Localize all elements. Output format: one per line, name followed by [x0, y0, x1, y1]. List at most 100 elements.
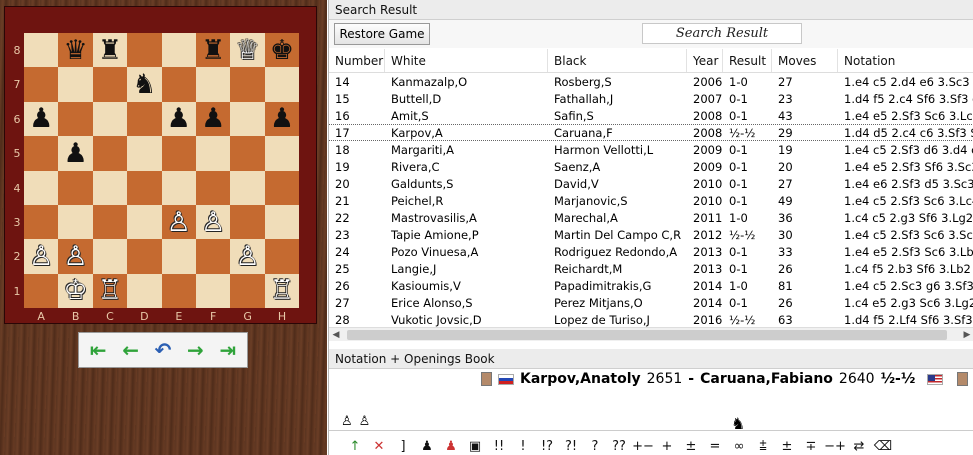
square-g6[interactable] [230, 101, 265, 137]
restore-game-button[interactable]: Restore Game [334, 23, 430, 45]
table-row[interactable]: 28 Vukotic Jovsic,D Lopez de Turiso,J 2016 ½… [329, 311, 973, 327]
annotation-symbol-button[interactable]: ?! [559, 439, 583, 454]
notation-text-area[interactable] [329, 389, 973, 431]
next-move-button[interactable]: → [181, 337, 209, 363]
white-king-piece[interactable]: ♔ [58, 274, 92, 308]
square-e8[interactable] [161, 33, 196, 68]
scrollbar-thumb[interactable] [347, 330, 947, 340]
square-a8[interactable] [24, 33, 59, 68]
white-pawn-piece[interactable]: ♙ [58, 239, 92, 273]
white-rook-piece[interactable]: ♖ [93, 274, 127, 308]
column-header-white[interactable]: White [385, 49, 548, 72]
annotation-symbol-button[interactable]: ] [391, 439, 415, 454]
table-row[interactable]: 21 Peichel,R Marjanovic,S 2010 0-1 49 1.e4 c5 … [329, 192, 973, 209]
black-king-piece[interactable]: ♚ [265, 33, 299, 67]
white-queen-piece[interactable]: ♕ [230, 33, 264, 67]
square-b7[interactable] [58, 67, 93, 102]
square-g7[interactable] [230, 67, 265, 102]
table-row[interactable]: 18 Margariti,A Harmon Vellotti,L 2009 0-1 19 1… [329, 141, 973, 158]
square-d1[interactable] [127, 273, 162, 309]
first-move-button[interactable]: ⇤ [84, 337, 112, 363]
annotation-symbol-button[interactable]: + [655, 439, 679, 454]
square-h4[interactable] [264, 170, 300, 205]
table-row[interactable]: 16 Amit,S Safin,S 2008 0-1 43 1.e4 e5 2.Sf3 Sc… [329, 107, 973, 124]
table-row[interactable]: 27 Erice Alonso,S Perez Mitjans,O 2014 0-1 26… [329, 294, 973, 311]
square-c5[interactable] [92, 136, 128, 171]
white-player-name[interactable]: Karpov,Anatoly [520, 371, 641, 387]
table-row[interactable]: 26 Kasioumis,V Papadimitrakis,G 2014 1-0 81 1.… [329, 277, 973, 294]
square-d8[interactable] [127, 33, 162, 68]
square-f4[interactable] [196, 170, 231, 205]
annotation-symbol-button[interactable]: ♟ [415, 439, 439, 454]
square-a3[interactable] [24, 205, 59, 240]
square-h3[interactable] [264, 205, 300, 240]
annotation-symbol-button[interactable]: ? [583, 439, 607, 454]
annotation-symbol-button[interactable]: ± [679, 439, 703, 454]
square-d4[interactable] [127, 170, 162, 205]
scroll-left-icon[interactable]: ◀ [329, 328, 343, 342]
square-b3[interactable] [58, 205, 93, 240]
column-header-number[interactable]: Number [329, 49, 385, 72]
white-pawn-piece[interactable]: ♙ [196, 205, 230, 239]
annotation-symbol-button[interactable]: !! [487, 439, 511, 454]
annotation-symbol-button[interactable]: = [703, 439, 727, 454]
take-back-button[interactable]: ↶ [149, 337, 177, 363]
square-g5[interactable] [230, 136, 265, 171]
square-b6[interactable] [58, 101, 93, 137]
white-pawn-piece[interactable]: ♙ [162, 205, 196, 239]
square-f2[interactable] [196, 239, 231, 274]
black-pawn-piece[interactable]: ♟ [196, 102, 230, 136]
black-player-name[interactable]: Caruana,Fabiano [700, 371, 833, 387]
square-h2[interactable] [264, 239, 300, 274]
annotation-symbol-button[interactable]: ∞ [727, 439, 751, 454]
chess-board[interactable]: ♛ ♜ ♜ ♕ ♚ ♞ ♟ ♟ ♟ ♟ ♟ ♙ ♙ ♙ ♙ ♙ ♔ ♖ ♖ [24, 33, 300, 309]
square-a4[interactable] [24, 170, 59, 205]
square-a1[interactable] [24, 273, 59, 309]
square-a5[interactable] [24, 136, 59, 171]
horizontal-scrollbar[interactable]: ◀ ▶ [329, 327, 973, 341]
column-header-year[interactable]: Year [687, 49, 723, 72]
white-pawn-piece[interactable]: ♙ [24, 239, 58, 273]
column-header-notation[interactable]: Notation [838, 49, 973, 72]
black-rook-piece[interactable]: ♜ [196, 33, 230, 67]
table-row[interactable]: 22 Mastrovasilis,A Marechal,A 2011 1-0 36 1.c4… [329, 209, 973, 226]
square-e5[interactable] [161, 136, 196, 171]
black-queen-piece[interactable]: ♛ [58, 33, 92, 67]
column-header-result[interactable]: Result [723, 49, 772, 72]
square-d5[interactable] [127, 136, 162, 171]
square-f1[interactable] [196, 273, 231, 309]
square-d6[interactable] [127, 101, 162, 137]
table-row[interactable]: 23 Tapie Amione,P Martin Del Campo C,R 2012… [329, 226, 973, 243]
annotation-symbol-button[interactable]: +− [631, 439, 655, 454]
annotation-symbol-button[interactable]: ↑ [343, 439, 367, 454]
annotation-symbol-button[interactable]: ± [775, 439, 799, 454]
white-rook-piece[interactable]: ♖ [265, 274, 299, 308]
last-move-button[interactable]: ⇥ [214, 337, 242, 363]
annotation-symbol-button[interactable]: ⩲ [751, 439, 775, 454]
table-row[interactable]: 17 Karpov,A Caruana,F 2008 ½-½ 29 1.d4 d5 2.c4… [329, 124, 973, 141]
black-knight-piece[interactable]: ♞ [127, 67, 161, 101]
annotation-symbol-button[interactable]: ?? [607, 439, 631, 454]
square-c7[interactable] [92, 67, 128, 102]
square-f7[interactable] [196, 67, 231, 102]
column-header-moves[interactable]: Moves [772, 49, 838, 72]
table-row[interactable]: 15 Buttell,D Fathallah,J 2007 0-1 23 1.d4 f5 2… [329, 90, 973, 107]
square-d3[interactable] [127, 205, 162, 240]
square-g1[interactable] [230, 273, 265, 309]
square-e1[interactable] [161, 273, 196, 309]
square-g4[interactable] [230, 170, 265, 205]
square-c4[interactable] [92, 170, 128, 205]
table-row[interactable]: 19 Rivera,C Saenz,A 2009 0-1 20 1.e4 e5 2.Sf3 … [329, 158, 973, 175]
black-pawn-piece[interactable]: ♟ [58, 136, 92, 170]
square-d2[interactable] [127, 239, 162, 274]
square-c3[interactable] [92, 205, 128, 240]
square-h5[interactable] [264, 136, 300, 171]
square-e2[interactable] [161, 239, 196, 274]
table-row[interactable]: 24 Pozo Vinuesa,A Rodriguez Redondo,A 2013 0… [329, 243, 973, 260]
annotation-symbol-button[interactable]: ⌫ [871, 439, 895, 454]
square-b4[interactable] [58, 170, 93, 205]
annotation-symbol-button[interactable]: ▣ [463, 439, 487, 454]
annotation-symbol-button[interactable]: ! [511, 439, 535, 454]
white-pawn-piece[interactable]: ♙ [230, 239, 264, 273]
black-rook-piece[interactable]: ♜ [93, 33, 127, 67]
